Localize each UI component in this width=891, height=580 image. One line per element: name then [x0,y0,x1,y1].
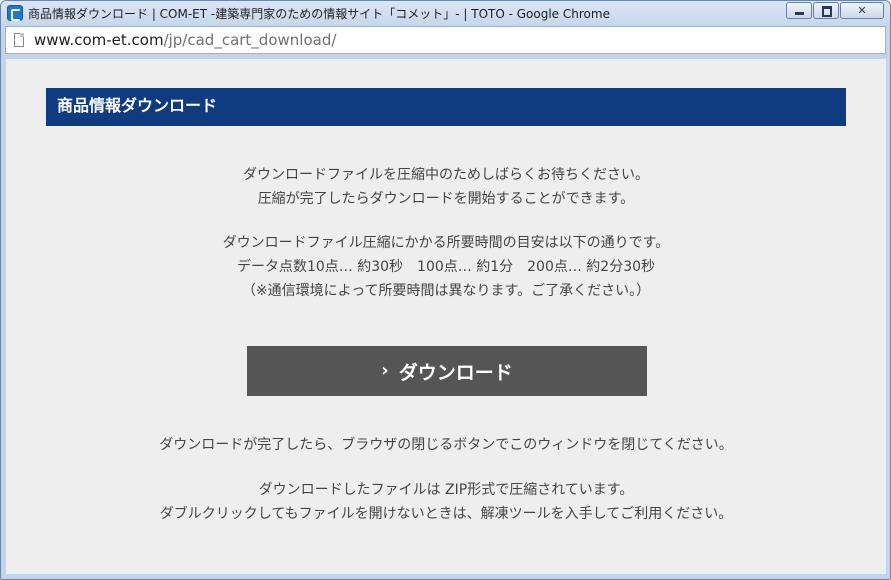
zip-line-2: ダブルクリックしてもファイルを開けないときは、解凍ツールを入手してご利用ください… [159,506,733,522]
download-button-label: ダウンロード [398,361,513,384]
browser-window: 商品情報ダウンロード | COM-ET -建築専門家のための情報サイト「コメット… [0,0,891,580]
address-bar[interactable]: www.com-et.com/jp/cad_cart_download/ [5,26,886,54]
title-bar[interactable]: 商品情報ダウンロード | COM-ET -建築専門家のための情報サイト「コメット… [1,1,890,25]
window-controls [786,2,884,19]
close-instruction: ダウンロードが完了したら、ブラウザの閉じるボタンでこのウィンドウを閉じてください… [6,433,886,457]
close-window-button[interactable] [840,2,884,19]
wait-message: ダウンロードファイルを圧縮中のためしばらくお待ちください。 圧縮が完了したらダウ… [6,163,886,211]
maximize-button[interactable] [813,2,839,19]
download-button[interactable]: › ダウンロード [247,346,647,396]
chevron-right-icon: › [381,360,389,381]
zip-line-1: ダウンロードしたファイルは ZIP形式で圧縮されています。 [258,482,634,498]
url-text[interactable]: www.com-et.com/jp/cad_cart_download/ [34,31,336,49]
zip-info: ダウンロードしたファイルは ZIP形式で圧縮されています。 ダブルクリックしても… [6,478,886,526]
wait-line-2: 圧縮が完了したらダウンロードを開始することができます。 [257,191,635,207]
page-header: 商品情報ダウンロード [46,88,846,126]
window-title: 商品情報ダウンロード | COM-ET -建築専門家のための情報サイト「コメット… [28,7,610,21]
wait-line-1: ダウンロードファイルを圧縮中のためしばらくお待ちください。 [243,167,649,183]
page-icon [14,33,24,47]
comet-app-icon [7,5,23,21]
time-line-3: （※通信環境によって所要時間は異なります。ご了承ください。） [241,283,651,299]
close-line: ダウンロードが完了したら、ブラウザの閉じるボタンでこのウィンドウを閉じてください… [159,437,733,453]
url-domain: www.com-et.com [34,31,164,49]
page-content: 商品情報ダウンロード ダウンロードファイルを圧縮中のためしばらくお待ちください。… [6,59,886,574]
time-estimate: ダウンロードファイル圧縮にかかる所要時間の目安は以下の通りです。 データ点数10… [6,231,886,303]
time-line-1: ダウンロードファイル圧縮にかかる所要時間の目安は以下の通りです。 [222,235,670,251]
time-line-2: データ点数10点… 約30秒 100点… 約1分 200点… 約2分30秒 [236,259,656,275]
minimize-button[interactable] [786,2,812,19]
url-path: /jp/cad_cart_download/ [163,31,337,49]
